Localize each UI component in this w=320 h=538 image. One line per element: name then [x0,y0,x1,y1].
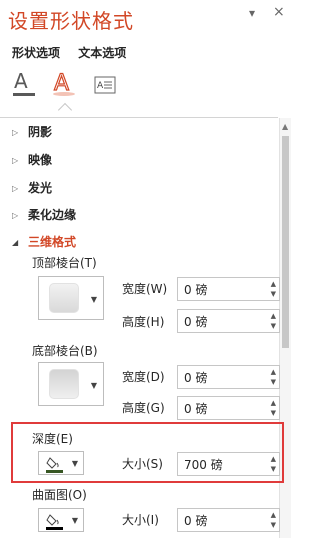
bottom-bevel-width-spinner[interactable]: ▲ ▼ [177,365,280,389]
expand-arrow-icon: ▷ [12,128,19,137]
selected-tab-pointer [57,102,73,118]
bevel-preview-icon [49,283,79,313]
bottom-bevel-height-label: 高度(G) [122,401,165,415]
section-label: 阴影 [28,125,53,139]
scrollbar-thumb[interactable] [282,136,289,348]
bottom-bevel-height-input[interactable] [184,401,254,415]
section-soft-edges[interactable]: ▷ 柔化边缘 [12,206,76,224]
depth-size-spinner[interactable]: ▲ ▼ [177,452,280,476]
bottom-bevel-width-input[interactable] [184,370,254,384]
contour-size-label: 大小(I) [122,513,159,527]
svg-text:A: A [97,81,104,91]
paint-bucket-icon [45,454,65,478]
section-label: 发光 [28,181,53,195]
chevron-down-icon: ▼ [90,381,97,390]
top-bevel-height-spinner[interactable]: ▲ ▼ [177,309,280,333]
bottom-bevel-label: 底部棱台(B) [32,344,98,358]
top-bevel-width-spinner[interactable]: ▲ ▼ [177,277,280,301]
bevel-preview-icon [49,369,79,399]
chevron-down-icon: ▼ [71,459,78,468]
top-bevel-width-input[interactable] [184,282,254,296]
section-label: 映像 [28,153,53,167]
contour-size-spinner[interactable]: ▲ ▼ [177,508,280,532]
textbox-icon[interactable]: A [94,76,120,106]
pane-title: 设置形状格式 [8,9,134,33]
bottom-bevel-height-spinner[interactable]: ▲ ▼ [177,396,280,420]
section-3d-format[interactable]: ◢ 三维格式 [12,233,76,251]
spin-up-icon[interactable]: ▲ [271,511,276,519]
contour-color-button[interactable]: ▼ [38,508,84,532]
icon-tab-bar: A A A [10,69,120,118]
expand-arrow-icon: ▷ [12,156,19,165]
spin-up-icon[interactable]: ▲ [271,455,276,463]
section-label: 柔化边缘 [28,208,77,222]
pane-options-button[interactable]: ▾ [249,6,255,20]
spin-down-icon[interactable]: ▼ [271,409,276,417]
section-label: 三维格式 [28,235,77,249]
section-glow[interactable]: ▷ 发光 [12,179,52,197]
depth-size-input[interactable] [184,457,254,471]
top-bevel-label: 顶部棱台(T) [32,256,97,270]
bottom-bevel-width-label: 宽度(D) [122,370,165,384]
top-bevel-dropdown[interactable]: ▼ [38,276,104,320]
text-effects-icon[interactable]: A [52,70,78,100]
tab-shape-options[interactable]: 形状选项 [12,46,60,60]
spin-down-icon[interactable]: ▼ [271,290,276,298]
chevron-down-icon: ▼ [71,516,78,525]
bottom-bevel-dropdown[interactable]: ▼ [38,362,104,406]
spin-up-icon[interactable]: ▲ [271,280,276,288]
expand-arrow-icon: ▷ [12,211,19,220]
paint-bucket-icon [45,511,65,535]
depth-size-label: 大小(S) [122,457,163,471]
section-shadow[interactable]: ▷ 阴影 [12,123,52,141]
spin-down-icon[interactable]: ▼ [271,521,276,529]
top-bevel-height-input[interactable] [184,314,254,328]
depth-color-button[interactable]: ▼ [38,451,84,475]
text-fill-outline-icon[interactable]: A [12,69,38,100]
depth-label: 深度(E) [32,432,73,446]
section-reflection[interactable]: ▷ 映像 [12,151,52,169]
spin-down-icon[interactable]: ▼ [271,322,276,330]
top-bevel-height-label: 高度(H) [122,315,165,329]
spin-down-icon[interactable]: ▼ [271,378,276,386]
tab-text-options[interactable]: 文本选项 [78,46,126,60]
spin-down-icon[interactable]: ▼ [271,465,276,473]
svg-text:A: A [14,70,28,93]
close-pane-button[interactable]: × [273,4,285,20]
spin-up-icon[interactable]: ▲ [271,368,276,376]
expand-arrow-icon: ▷ [12,184,19,193]
divider [0,117,278,118]
spin-up-icon[interactable]: ▲ [271,312,276,320]
spin-up-icon[interactable]: ▲ [271,399,276,407]
scroll-up-icon[interactable]: ▲ [282,122,288,131]
options-tabs: 形状选项 文本选项 [12,44,140,61]
collapse-arrow-icon: ◢ [12,238,19,247]
chevron-down-icon: ▼ [90,295,97,304]
top-bevel-width-label: 宽度(W) [122,282,168,296]
contour-label: 曲面图(O) [32,488,87,502]
contour-size-input[interactable] [184,513,254,527]
